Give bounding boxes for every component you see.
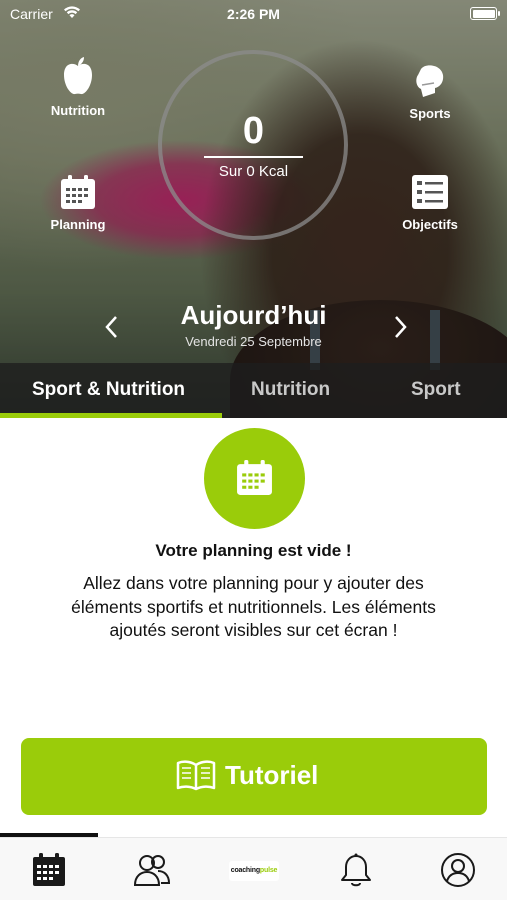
book-icon (176, 758, 216, 797)
objectifs-shortcut[interactable]: Objectifs (392, 174, 468, 232)
status-bar: Carrier 2:26 PM (0, 0, 507, 28)
empty-planning-badge (204, 428, 305, 529)
nav-community[interactable] (133, 852, 171, 888)
nav-profile[interactable] (440, 852, 476, 888)
battery-icon (470, 7, 500, 20)
tab-bar: Sport & Nutrition Nutrition Sport (0, 363, 507, 418)
checklist-icon (392, 174, 468, 213)
planning-shortcut[interactable]: Planning (40, 174, 116, 232)
apple-icon (40, 56, 116, 99)
tab-sport-nutrition[interactable]: Sport & Nutrition (32, 379, 185, 401)
nutrition-label: Nutrition (50, 103, 106, 118)
profile-icon (441, 853, 475, 887)
calendar-icon (33, 853, 65, 886)
next-day-button[interactable] (390, 314, 410, 340)
bell-icon (341, 853, 371, 887)
active-tab-indicator (0, 413, 222, 418)
kcal-divider (204, 156, 303, 158)
nav-notifications[interactable] (338, 852, 374, 888)
bottom-nav: coachingpulse (0, 837, 507, 900)
day-date: Vendredi 25 Septembre (185, 334, 322, 349)
empty-state-title: Votre planning est vide ! (155, 541, 352, 560)
community-icon (133, 855, 171, 886)
status-time: 2:26 PM (227, 6, 280, 22)
tutorial-button-label: Tutoriel (225, 760, 319, 790)
sports-label: Sports (409, 106, 451, 121)
empty-state-text: Allez dans votre planning pour y ajouter… (71, 573, 436, 640)
day-title: Aujourd’hui (180, 300, 327, 330)
nutrition-shortcut[interactable]: Nutrition (40, 56, 116, 118)
calendar-icon (237, 460, 272, 495)
nav-planning[interactable] (31, 852, 67, 888)
chevron-right-icon (395, 316, 407, 338)
tab-sport[interactable]: Sport (411, 379, 461, 401)
tab-nutrition[interactable]: Nutrition (251, 379, 330, 401)
objectifs-label: Objectifs (402, 217, 458, 232)
brand-logo: coachingpulse (229, 861, 279, 881)
nav-home-brand[interactable]: coachingpulse (229, 853, 279, 889)
calendar-icon (40, 174, 116, 213)
sports-shortcut[interactable]: Sports (392, 63, 468, 121)
boxing-glove-icon (392, 63, 468, 102)
planning-label: Planning (50, 217, 106, 232)
tutorial-button[interactable]: Tutoriel (21, 738, 487, 815)
